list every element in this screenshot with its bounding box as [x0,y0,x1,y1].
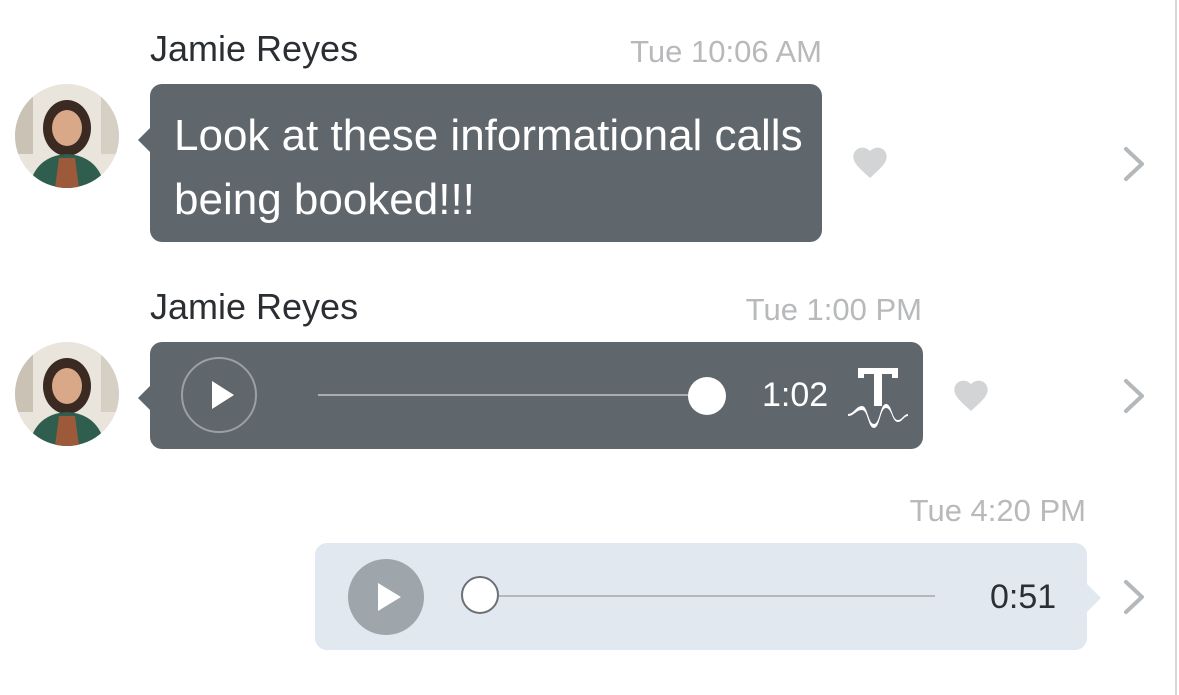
audio-duration: 0:51 [990,578,1057,616]
chevron-right-icon[interactable] [1120,144,1150,184]
play-icon [212,381,234,409]
transcribe-icon[interactable] [846,362,910,430]
play-button[interactable] [348,559,424,635]
audio-scrubber-knob[interactable] [688,377,726,415]
chevron-right-icon[interactable] [1120,577,1150,617]
avatar-photo [15,342,119,446]
message-text: Look at these informational calls being … [174,111,803,224]
play-icon [378,583,401,611]
audio-scrubber-track[interactable] [318,394,708,396]
heart-icon[interactable] [850,143,890,183]
play-button[interactable] [181,357,257,433]
message-timestamp: Tue 4:20 PM [909,493,1086,528]
sender-name: Jamie Reyes [150,28,359,69]
chevron-right-icon[interactable] [1120,376,1150,416]
avatar[interactable] [15,342,119,446]
voice-message-bubble: 0:51 [315,543,1101,650]
message-timestamp: Tue 1:00 PM [745,292,922,327]
sender-name: Jamie Reyes [150,286,359,327]
heart-icon[interactable] [951,376,991,416]
audio-scrubber-knob[interactable] [461,576,499,614]
audio-scrubber-track[interactable] [483,595,935,597]
voice-message-bubble: 1:02 [138,342,923,449]
avatar-photo [15,84,119,188]
message-bubble[interactable]: Look at these informational calls being … [138,84,822,242]
audio-duration: 1:02 [762,376,829,414]
pane-divider [1175,0,1177,695]
message-timestamp: Tue 10:06 AM [630,34,822,69]
avatar[interactable] [15,84,119,188]
